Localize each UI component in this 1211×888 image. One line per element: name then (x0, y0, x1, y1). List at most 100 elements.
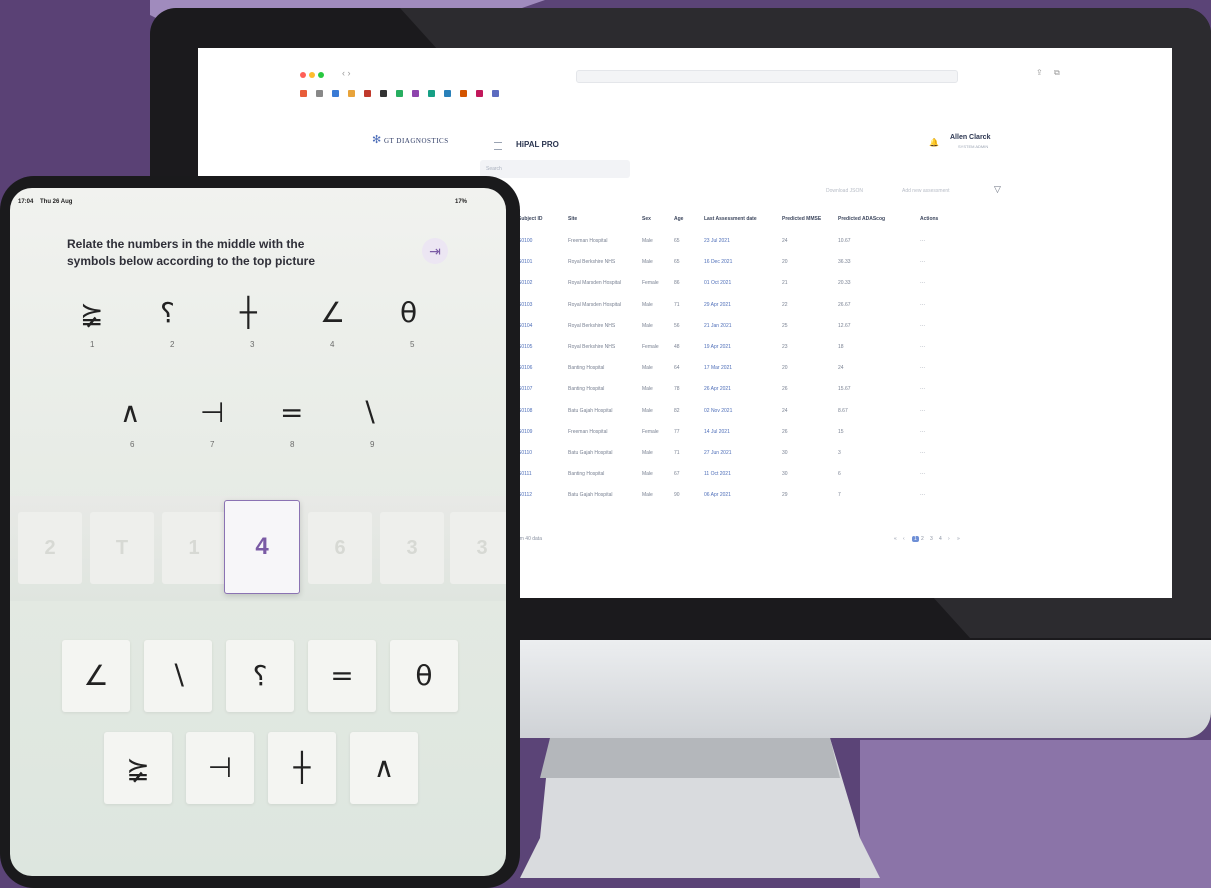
table-header[interactable]: Age (674, 216, 683, 222)
row-actions-button[interactable]: ··· (920, 408, 925, 414)
answer-symbol-tile[interactable]: θ (390, 640, 458, 712)
page-button[interactable]: « (894, 536, 897, 542)
favorite-icon[interactable] (316, 90, 323, 97)
exit-icon[interactable]: ⇥ (422, 238, 448, 264)
close-window-icon[interactable] (300, 72, 306, 78)
minimize-window-icon[interactable] (309, 72, 315, 78)
row-actions-button[interactable]: ··· (920, 238, 925, 244)
answer-symbol-tile[interactable]: ∧ (350, 732, 418, 804)
share-icon[interactable]: ⇪ (1036, 68, 1043, 77)
page-button[interactable]: › (948, 536, 950, 542)
table-cell[interactable]: S0110 (518, 450, 532, 456)
table-cell[interactable]: 16 Dec 2021 (704, 259, 732, 265)
table-header[interactable]: Sex (642, 216, 651, 222)
answer-symbol-tile[interactable]: ⪶ (104, 732, 172, 804)
favorite-icon[interactable] (476, 90, 483, 97)
answer-symbol-tile[interactable]: ∠ (62, 640, 130, 712)
favorite-icon[interactable] (412, 90, 419, 97)
table-cell[interactable]: 23 Jul 2021 (704, 238, 730, 244)
reference-number: 4 (330, 340, 335, 349)
row-actions-button[interactable]: ··· (920, 323, 925, 329)
table-cell[interactable]: 02 Nov 2021 (704, 408, 732, 414)
back-forward-icon[interactable]: ‹ › (342, 68, 351, 78)
row-actions-button[interactable]: ··· (920, 302, 925, 308)
carousel-number[interactable]: T (90, 512, 154, 584)
user-name[interactable]: Allen Clarck (950, 134, 990, 141)
table-cell[interactable]: 11 Oct 2021 (704, 471, 731, 477)
table-cell: 86 (674, 280, 680, 287)
page-button[interactable]: 4 (939, 536, 942, 542)
favorite-icon[interactable] (428, 90, 435, 97)
filter-icon[interactable]: ▽ (994, 184, 1001, 195)
menu-icon[interactable] (494, 142, 502, 150)
row-actions-button[interactable]: ··· (920, 386, 925, 392)
answer-symbol-tile[interactable]: ┼ (268, 732, 336, 804)
table-cell[interactable]: 29 Apr 2021 (704, 302, 731, 308)
favorite-icon[interactable] (348, 90, 355, 97)
carousel-number[interactable]: 2 (18, 512, 82, 584)
favorite-icon[interactable] (332, 90, 339, 97)
favorite-icon[interactable] (460, 90, 467, 97)
page-button[interactable]: 2 (921, 536, 924, 542)
table-cell[interactable]: 19 Apr 2021 (704, 344, 731, 350)
table-cell[interactable]: 14 Jul 2021 (704, 429, 730, 435)
page-button[interactable]: 1 (912, 536, 919, 542)
table-header[interactable]: Subject ID (518, 216, 542, 222)
answer-symbol-tile[interactable]: ∖ (144, 640, 212, 712)
table-cell[interactable]: S0111 (518, 471, 532, 477)
favorite-icon[interactable] (396, 90, 403, 97)
carousel-number[interactable]: 3 (380, 512, 444, 584)
answer-symbol-tile[interactable]: ⊣ (186, 732, 254, 804)
table-header[interactable]: Site (568, 216, 577, 222)
row-actions-button[interactable]: ··· (920, 450, 925, 456)
favorite-icon[interactable] (444, 90, 451, 97)
maximize-window-icon[interactable] (318, 72, 324, 78)
table-cell[interactable]: S0103 (518, 302, 532, 308)
table-cell[interactable]: 01 Oct 2021 (704, 280, 731, 286)
table-cell[interactable]: S0112 (518, 492, 532, 498)
answer-symbol-tile[interactable]: = (308, 640, 376, 712)
favorite-icon[interactable] (364, 90, 371, 97)
page-button[interactable]: » (957, 536, 960, 542)
table-cell[interactable]: S0104 (518, 323, 532, 329)
add-assessment-button[interactable]: Add new assessment (902, 188, 950, 194)
favorite-icon[interactable] (380, 90, 387, 97)
table-header[interactable]: Predicted ADAScog (838, 216, 885, 222)
table-cell[interactable]: S0101 (518, 259, 532, 265)
table-cell[interactable]: 17 Mar 2021 (704, 365, 732, 371)
table-cell[interactable]: S0105 (518, 344, 532, 350)
row-actions-button[interactable]: ··· (920, 259, 925, 265)
row-actions-button[interactable]: ··· (920, 471, 925, 477)
bell-icon[interactable]: 🔔 (929, 138, 939, 147)
table-cell[interactable]: S0108 (518, 408, 532, 414)
table-header[interactable]: Predicted MMSE (782, 216, 821, 222)
page-button[interactable]: 3 (930, 536, 933, 542)
table-cell[interactable]: S0102 (518, 280, 532, 286)
row-actions-button[interactable]: ··· (920, 365, 925, 371)
favorite-icon[interactable] (492, 90, 499, 97)
carousel-number[interactable]: 6 (308, 512, 372, 584)
table-cell[interactable]: S0106 (518, 365, 532, 371)
page-button[interactable]: ‹ (903, 536, 905, 542)
answer-symbol-tile[interactable]: ⸮ (226, 640, 294, 712)
search-input[interactable]: Search (480, 160, 630, 178)
carousel-number[interactable]: 3 (450, 512, 506, 584)
table-cell[interactable]: S0100 (518, 238, 532, 244)
table-header[interactable]: Actions (920, 216, 938, 222)
table-cell[interactable]: S0107 (518, 386, 532, 392)
table-cell[interactable]: 26 Apr 2021 (704, 386, 731, 392)
tabs-icon[interactable]: ⧉ (1054, 68, 1060, 78)
row-actions-button[interactable]: ··· (920, 429, 925, 435)
row-actions-button[interactable]: ··· (920, 344, 925, 350)
table-cell[interactable]: 06 Apr 2021 (704, 492, 731, 498)
table-header[interactable]: Last Assessment date (704, 216, 757, 222)
table-cell[interactable]: 21 Jan 2021 (704, 323, 732, 329)
table-cell[interactable]: 27 Jun 2021 (704, 450, 732, 456)
address-bar[interactable] (576, 70, 958, 83)
row-actions-button[interactable]: ··· (920, 280, 925, 286)
favorite-icon[interactable] (300, 90, 307, 97)
table-cell[interactable]: S0109 (518, 429, 532, 435)
row-actions-button[interactable]: ··· (920, 492, 925, 498)
download-json-button[interactable]: Download JSON (826, 188, 863, 194)
carousel-number[interactable]: 1 (162, 512, 226, 584)
